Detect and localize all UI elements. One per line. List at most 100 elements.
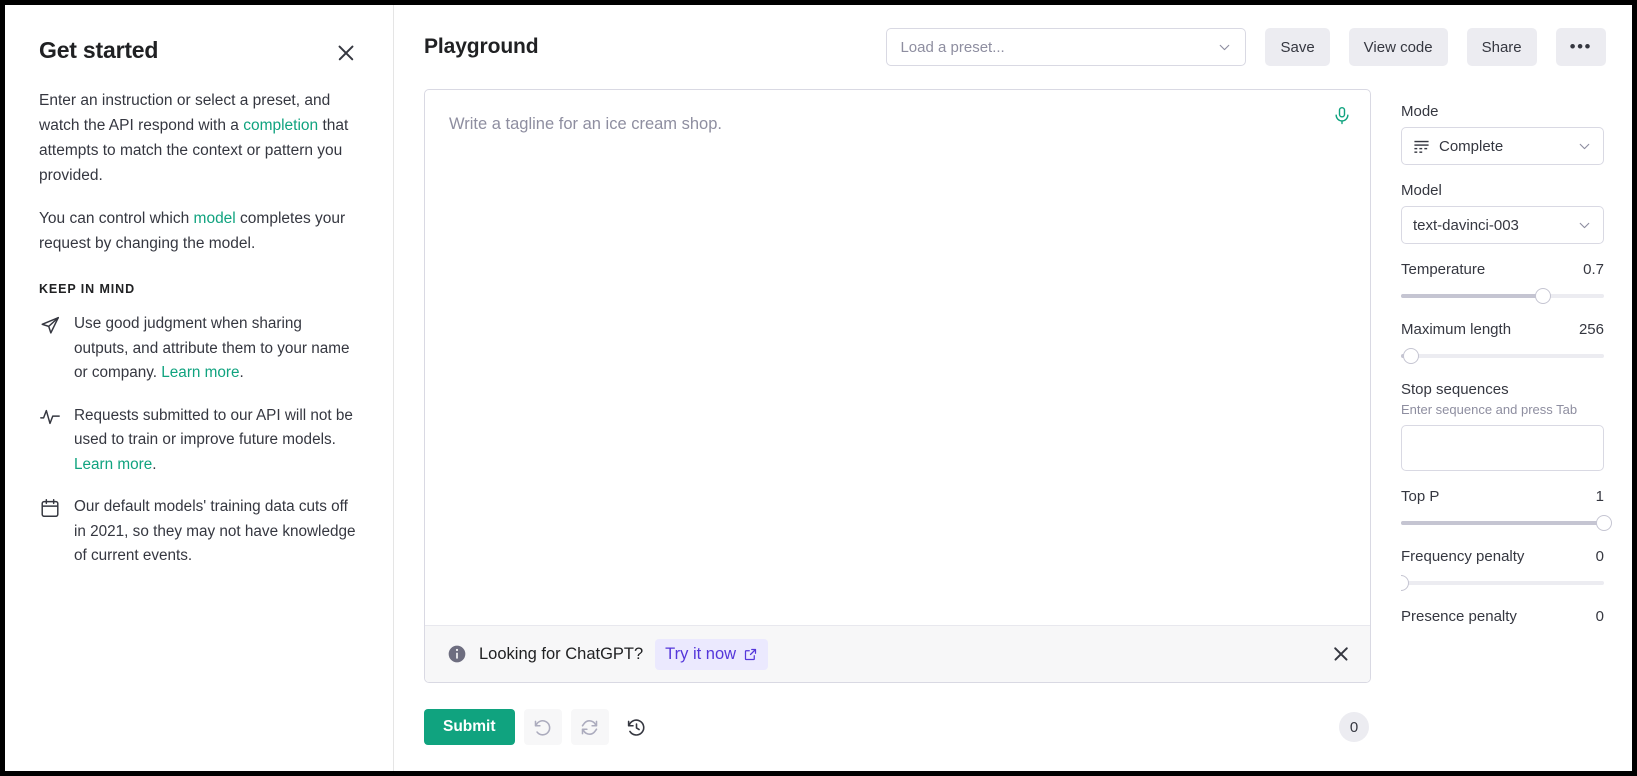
- paper-plane-icon: [39, 314, 61, 336]
- presence-penalty-value: 0: [1595, 608, 1604, 625]
- calendar-icon: [39, 497, 61, 519]
- get-started-sidebar: Get started Enter an instruction or sele…: [5, 5, 394, 771]
- model-label: Model: [1401, 182, 1442, 199]
- temperature-label: Temperature: [1401, 261, 1486, 278]
- keep-in-mind-heading: KEEP IN MIND: [39, 282, 135, 296]
- slider-thumb[interactable]: [1403, 348, 1420, 364]
- mode-value: Complete: [1439, 137, 1504, 155]
- prompt-editor[interactable]: Write a tagline for an ice cream shop. L…: [424, 89, 1371, 683]
- top-p-label: Top P: [1401, 488, 1440, 505]
- preset-placeholder: Load a preset...: [900, 38, 1005, 56]
- undo-arrow-icon[interactable]: [523, 709, 562, 745]
- maximum-length-label-row: Maximum length 256: [1401, 321, 1604, 338]
- model-dropdown[interactable]: text-davinci-003: [1401, 206, 1604, 244]
- frequency-penalty-label: Frequency penalty: [1401, 548, 1525, 565]
- maximum-length-value: 256: [1578, 321, 1604, 338]
- stop-sequences-label-row: Stop sequences: [1401, 381, 1604, 398]
- chevron-down-icon: [1576, 217, 1593, 234]
- parameters-panel: Mode Complete Model text-davinci-003 Tem…: [1401, 89, 1632, 771]
- temperature-label-row: Temperature 0.7: [1401, 261, 1604, 278]
- stop-sequences-input[interactable]: [1401, 425, 1604, 471]
- sidebar-title: Get started: [39, 37, 159, 63]
- playground-app: Get started Enter an instruction or sele…: [5, 5, 1632, 771]
- grid-list-icon: [1413, 138, 1430, 155]
- temperature-slider[interactable]: [1401, 288, 1604, 304]
- editor-column: Write a tagline for an ice cream shop. L…: [424, 89, 1401, 771]
- slider-track: [1401, 581, 1604, 585]
- model-control: Model text-davinci-003: [1401, 182, 1604, 244]
- frequency-penalty-value: 0: [1595, 548, 1604, 565]
- maximum-length-label: Maximum length: [1401, 321, 1512, 338]
- sidebar-paragraph-1: Enter an instruction or select a preset,…: [39, 88, 359, 188]
- close-icon[interactable]: [1330, 643, 1352, 665]
- top-p-label-row: Top P 1: [1401, 488, 1604, 505]
- top-p-slider[interactable]: [1401, 515, 1612, 531]
- stop-sequences-control: Stop sequences Enter sequence and press …: [1401, 381, 1604, 471]
- chatgpt-banner: Looking for ChatGPT? Try it now: [425, 625, 1370, 682]
- top-toolbar: Playground Load a preset... Save View co…: [394, 5, 1632, 89]
- slider-thumb[interactable]: [1596, 515, 1612, 531]
- prompt-textarea[interactable]: Write a tagline for an ice cream shop.: [425, 90, 1370, 625]
- microphone-icon[interactable]: [1332, 106, 1352, 126]
- work-area: Write a tagline for an ice cream shop. L…: [394, 89, 1632, 771]
- chevron-down-icon: [1216, 39, 1233, 56]
- presence-penalty-label-row: Presence penalty 0: [1401, 608, 1604, 625]
- item-1-post: .: [239, 364, 244, 381]
- model-label-row: Model: [1401, 182, 1604, 199]
- slider-thumb[interactable]: [1401, 575, 1409, 591]
- sidebar-paragraph-2: You can control which model completes yo…: [39, 206, 359, 256]
- item-2-post: .: [152, 455, 157, 473]
- save-button[interactable]: Save: [1265, 28, 1330, 66]
- mode-dropdown[interactable]: Complete: [1401, 127, 1604, 165]
- history-clock-icon[interactable]: [618, 709, 656, 745]
- chatgpt-message: Looking for ChatGPT?: [479, 644, 644, 663]
- slider-fill: [1401, 294, 1544, 298]
- presence-penalty-label: Presence penalty: [1401, 608, 1517, 625]
- main-content: Playground Load a preset... Save View co…: [394, 5, 1632, 771]
- more-options-button[interactable]: •••: [1555, 28, 1606, 66]
- keep-in-mind-text: Our default models' training data cuts o…: [74, 498, 356, 564]
- keep-in-mind-text: Use good judgment when sharing outputs, …: [74, 312, 359, 386]
- token-count-badge: 0: [1339, 712, 1369, 742]
- temperature-value: 0.7: [1583, 261, 1604, 278]
- refresh-icon[interactable]: [570, 709, 609, 745]
- slider-thumb[interactable]: [1535, 288, 1552, 304]
- close-icon[interactable]: [333, 40, 359, 66]
- stop-sequences-label: Stop sequences: [1401, 381, 1509, 398]
- share-button[interactable]: Share: [1466, 28, 1537, 66]
- try-it-now-label: Try it now: [665, 644, 737, 663]
- action-toolbar: Submit 0: [424, 683, 1371, 771]
- slider-fill: [1401, 521, 1604, 525]
- activity-pulse-icon: [39, 406, 61, 428]
- keep-in-mind-text: Requests submitted to our API will not b…: [74, 404, 359, 478]
- info-circle-icon: [447, 644, 467, 664]
- completion-link[interactable]: completion: [243, 117, 318, 134]
- keep-in-mind-item: Our default models' training data cuts o…: [39, 495, 359, 569]
- view-code-button[interactable]: View code: [1348, 28, 1448, 66]
- stop-sequences-hint: Enter sequence and press Tab: [1401, 402, 1578, 417]
- top-p-control: Top P 1: [1401, 488, 1612, 531]
- prompt-placeholder: Write a tagline for an ice cream shop.: [449, 115, 722, 133]
- page-title: Playground: [424, 35, 539, 58]
- learn-more-link[interactable]: Learn more: [74, 456, 152, 473]
- keep-in-mind-item: Use good judgment when sharing outputs, …: [39, 312, 359, 386]
- frequency-penalty-label-row: Frequency penalty 0: [1401, 548, 1604, 565]
- learn-more-link[interactable]: Learn more: [161, 364, 239, 381]
- top-p-value: 1: [1595, 488, 1604, 505]
- frequency-penalty-control: Frequency penalty 0: [1401, 548, 1604, 591]
- slider-track: [1401, 354, 1604, 358]
- try-it-now-link[interactable]: Try it now: [655, 638, 769, 670]
- mode-control: Mode Complete: [1401, 103, 1604, 165]
- maximum-length-control: Maximum length 256: [1401, 321, 1604, 364]
- maximum-length-slider[interactable]: [1401, 348, 1604, 364]
- submit-button[interactable]: Submit: [424, 709, 515, 745]
- paragraph-2-pre: You can control which: [39, 210, 194, 227]
- model-link[interactable]: model: [194, 210, 236, 227]
- mode-label-row: Mode: [1401, 103, 1604, 120]
- chevron-down-icon: [1576, 138, 1593, 155]
- frequency-penalty-slider[interactable]: [1401, 575, 1604, 591]
- external-link-icon: [743, 647, 758, 662]
- model-value: text-davinci-003: [1413, 216, 1519, 234]
- preset-dropdown[interactable]: Load a preset...: [886, 28, 1247, 66]
- keep-in-mind-item: Requests submitted to our API will not b…: [39, 404, 359, 478]
